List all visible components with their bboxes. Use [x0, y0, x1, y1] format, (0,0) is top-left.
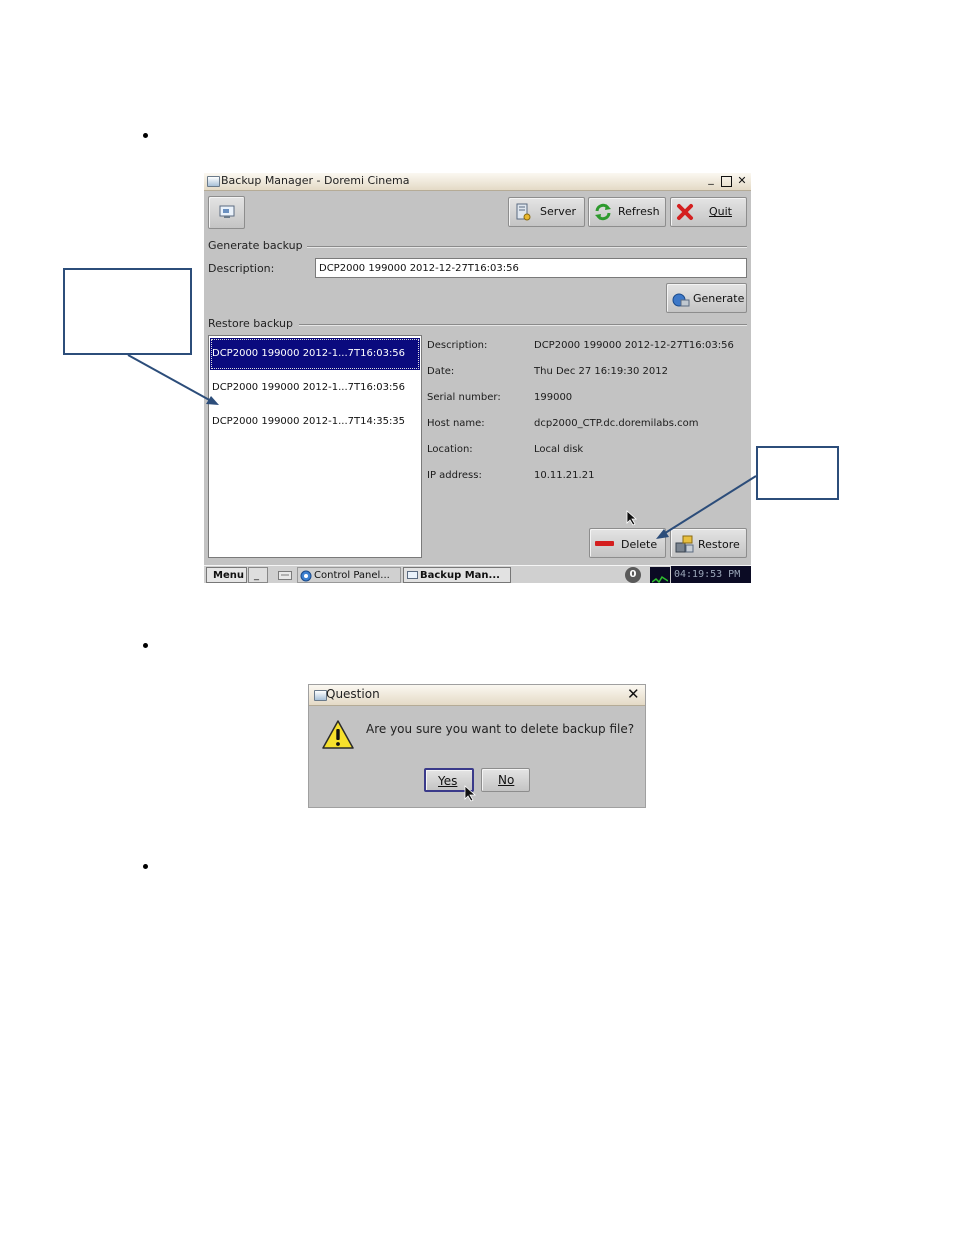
- mouse-cursor-icon: [464, 785, 477, 802]
- arrow-head: [206, 396, 219, 405]
- no-button[interactable]: No: [481, 768, 530, 792]
- callout-arrow: [661, 475, 757, 536]
- dialog-title: Question: [326, 687, 380, 701]
- dialog-close-button[interactable]: ✕: [627, 687, 640, 702]
- dialog-titlebar[interactable]: Question ✕: [309, 685, 645, 706]
- yes-label: Yes: [438, 774, 458, 788]
- question-dialog: Question ✕ Are you sure you want to dele…: [308, 684, 646, 808]
- callout-arrow: [127, 354, 214, 403]
- no-label: No: [498, 773, 515, 787]
- arrow-head: [656, 529, 669, 539]
- warning-icon: [322, 720, 354, 749]
- callout-arrows: [127, 354, 757, 539]
- dialog-message: Are you sure you want to delete backup f…: [366, 722, 635, 736]
